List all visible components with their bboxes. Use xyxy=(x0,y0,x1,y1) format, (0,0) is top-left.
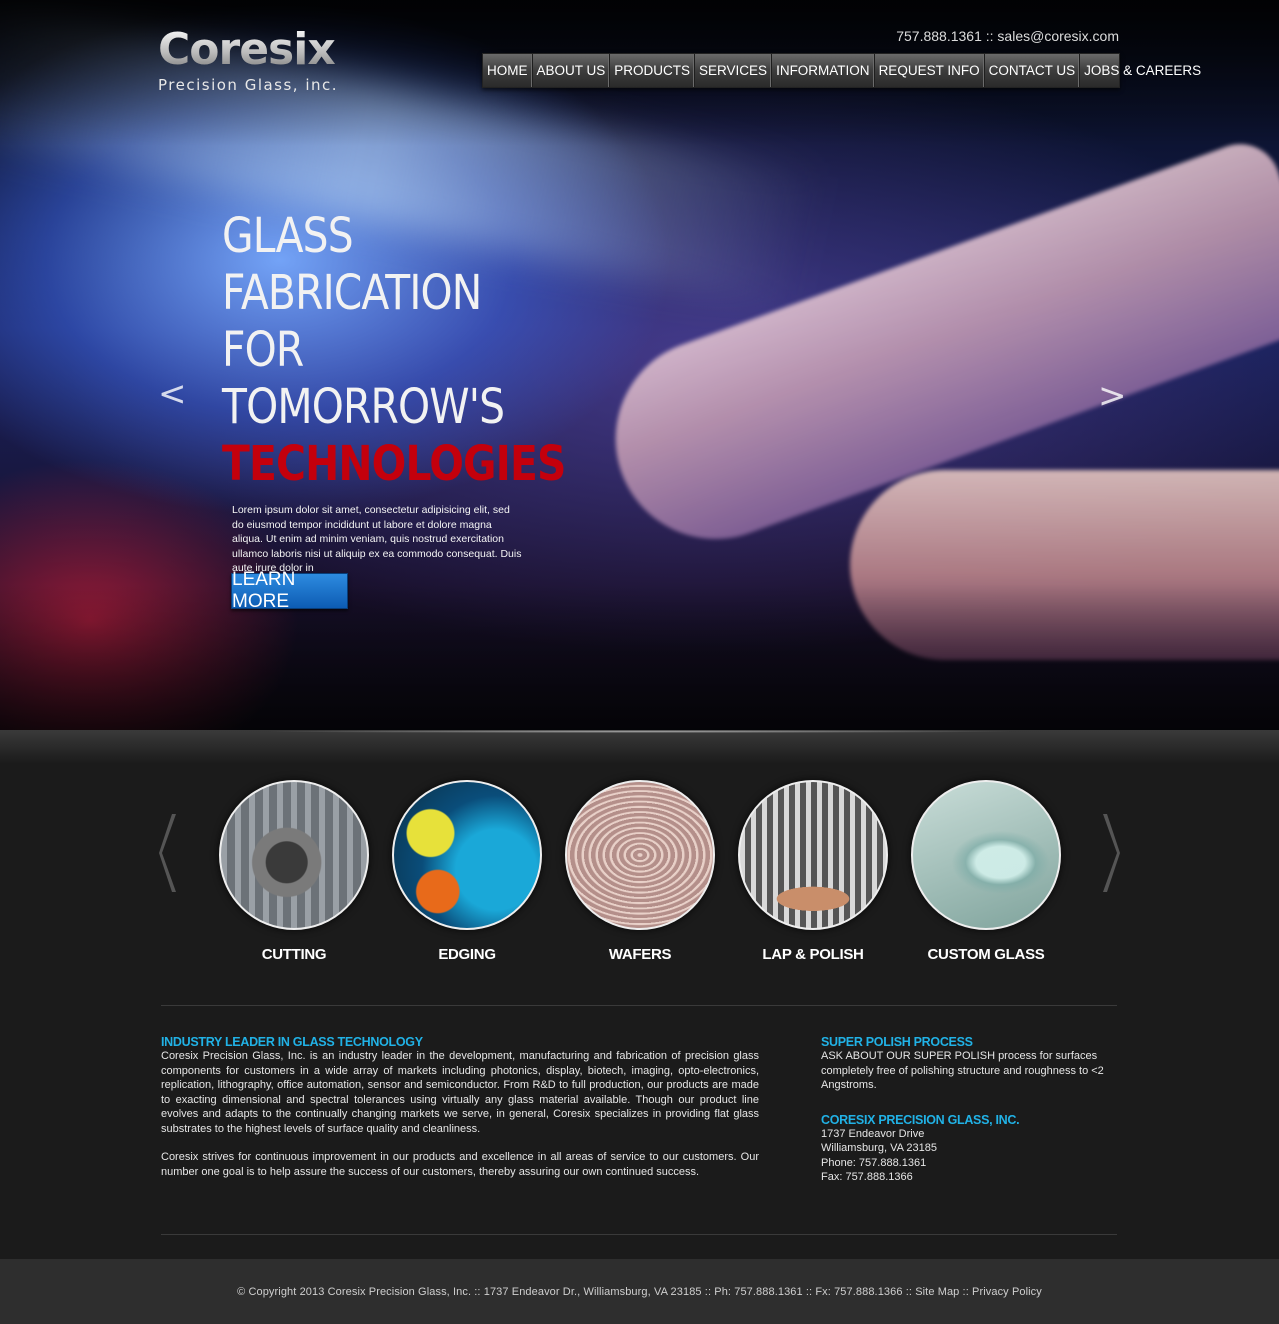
service-wafers[interactable]: WAFERS xyxy=(565,780,715,963)
super-polish-text: ASK ABOUT OUR SUPER POLISH process for s… xyxy=(821,1050,1104,1091)
service-cutting[interactable]: CUTTING xyxy=(219,780,369,963)
service-label: EDGING xyxy=(438,946,496,963)
address-street: 1737 Endeavor Drive xyxy=(821,1127,925,1140)
hero-banner: Coresix Precision Glass, inc. 757.888.13… xyxy=(0,0,1279,730)
nav-products[interactable]: PRODUCTS xyxy=(610,54,696,87)
top-contact: 757.888.1361 :: sales@coresix.com xyxy=(896,28,1119,44)
carousel-prev-icon[interactable] xyxy=(158,812,178,894)
company-heading: CORESIX PRECISION GLASS, INC. xyxy=(821,1112,1020,1127)
nav-contact-us[interactable]: CONTACT US xyxy=(985,54,1081,87)
logo-wordmark: Coresix xyxy=(158,26,348,74)
carousel-next-icon[interactable] xyxy=(1101,812,1121,894)
nav-home[interactable]: HOME xyxy=(483,54,533,87)
service-label: CUTTING xyxy=(261,946,327,963)
lap-polish-image xyxy=(738,780,888,930)
service-label: CUSTOM GLASS xyxy=(927,946,1045,963)
about-paragraph-1: Coresix Precision Glass, Inc. is an indu… xyxy=(161,1050,759,1135)
info-section: INDUSTRY LEADER IN GLASS TECHNOLOGY Core… xyxy=(0,1005,1279,1260)
services-carousel: CUTTING EDGING WAFERS LAP & POLISH CUSTO… xyxy=(0,730,1279,1010)
hero-headline: GLASS FABRICATION FOR TOMORROW'S TECHNOL… xyxy=(222,208,566,493)
nav-request-info[interactable]: REQUEST INFO xyxy=(875,54,985,87)
service-edging[interactable]: EDGING xyxy=(392,780,542,963)
divider xyxy=(161,1234,1117,1235)
headline-line-3: FOR xyxy=(222,322,304,378)
logo[interactable]: Coresix Precision Glass, inc. xyxy=(158,26,348,96)
learn-more-button[interactable]: LEARN MORE xyxy=(231,569,348,612)
address-fax: Fax: 757.888.1366 xyxy=(821,1171,913,1183)
main-nav: HOME ABOUT US PRODUCTS SERVICES INFORMAT… xyxy=(482,53,1201,88)
slider-next-icon[interactable]: > xyxy=(1098,376,1127,416)
service-label: WAFERS xyxy=(608,946,672,963)
contact-column: SUPER POLISH PROCESS ASK ABOUT OUR SUPER… xyxy=(821,1035,1119,1185)
super-polish-heading: SUPER POLISH PROCESS xyxy=(821,1035,973,1049)
custom-glass-image xyxy=(911,780,1061,930)
headline-line-1: GLASS xyxy=(222,208,354,264)
slider-prev-icon[interactable]: < xyxy=(158,374,187,414)
cutting-image xyxy=(219,780,369,930)
logo-tagline: Precision Glass, inc. xyxy=(158,76,339,94)
service-lap-polish[interactable]: LAP & POLISH xyxy=(738,780,888,963)
service-custom-glass[interactable]: CUSTOM GLASS xyxy=(911,780,1061,963)
about-heading: INDUSTRY LEADER IN GLASS TECHNOLOGY xyxy=(161,1035,423,1049)
wafers-image xyxy=(565,780,715,930)
edging-image xyxy=(392,780,542,930)
footer-text: © Copyright 2013 Coresix Precision Glass… xyxy=(237,1285,1042,1298)
headline-line-4: TOMORROW'S xyxy=(222,379,505,435)
nav-about-us[interactable]: ABOUT US xyxy=(533,54,611,87)
footer: © Copyright 2013 Coresix Precision Glass… xyxy=(0,1259,1279,1324)
address-phone: Phone: 757.888.1361 xyxy=(821,1156,927,1169)
headline-line-2: FABRICATION xyxy=(222,265,482,321)
about-paragraph-2: Coresix strives for continuous improveme… xyxy=(161,1151,759,1178)
headline-accent: TECHNOLOGIES xyxy=(222,436,566,492)
hero-body-text: Lorem ipsum dolor sit amet, consectetur … xyxy=(232,504,522,574)
nav-services[interactable]: SERVICES xyxy=(695,54,773,87)
divider xyxy=(161,1005,1117,1006)
address-city: Williamsburg, VA 23185 xyxy=(821,1142,937,1154)
nav-jobs-careers[interactable]: JOBS & CAREERS xyxy=(1080,54,1205,87)
service-label: LAP & POLISH xyxy=(762,946,864,963)
nav-information[interactable]: INFORMATION xyxy=(772,54,875,87)
about-column: INDUSTRY LEADER IN GLASS TECHNOLOGY Core… xyxy=(161,1035,759,1179)
